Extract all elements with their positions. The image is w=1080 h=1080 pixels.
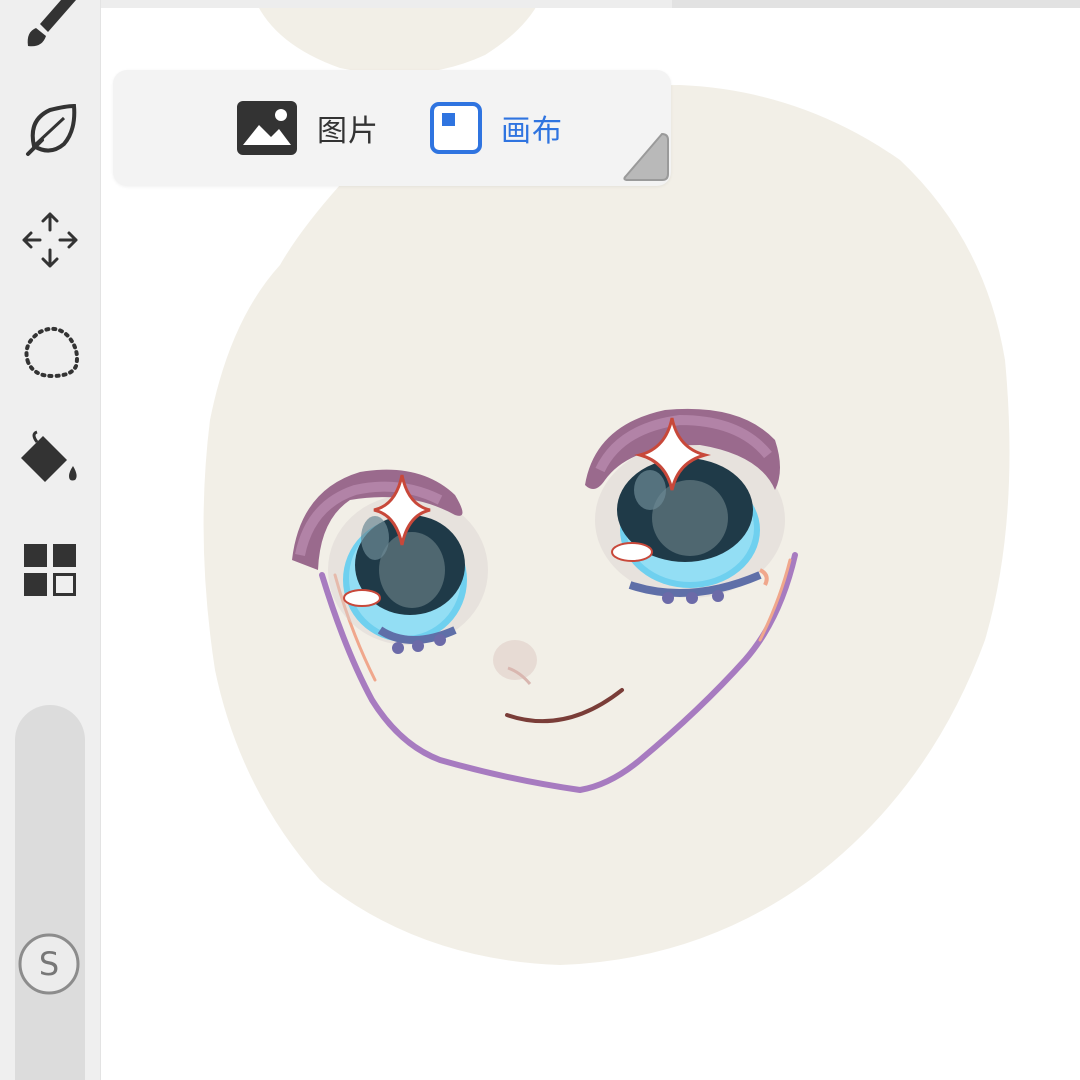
s-circle-icon: S <box>18 933 80 995</box>
image-option-label: 图片 <box>317 114 379 149</box>
move-transform-icon <box>22 212 78 268</box>
canvas-icon <box>430 102 482 154</box>
size-button[interactable]: S <box>18 933 80 995</box>
image-option[interactable]: 图片 <box>235 70 379 186</box>
lasso-select-icon <box>24 326 79 379</box>
nose <box>493 640 537 680</box>
leaf-smudge-icon <box>26 103 77 156</box>
image-icon <box>237 101 297 155</box>
gallery-grid-icon <box>24 544 76 596</box>
brush-icon <box>27 0 76 47</box>
canvas-ruler <box>672 0 1080 8</box>
fill-tool[interactable] <box>0 420 100 500</box>
head-top-shape <box>255 0 540 75</box>
smudge-tool[interactable] <box>0 90 100 170</box>
transform-tool[interactable] <box>0 200 100 280</box>
canvas-option[interactable]: 画布 <box>429 70 563 186</box>
gallery-tool[interactable] <box>0 530 100 610</box>
triangle-handle-icon <box>623 132 669 181</box>
drawing-app: S 图片 画布 <box>0 0 1080 1080</box>
popup-corner-handle[interactable] <box>618 130 670 182</box>
brush-tool[interactable] <box>0 0 100 62</box>
tool-sidebar: S <box>0 0 101 1080</box>
brush-size-slider[interactable] <box>15 705 85 1080</box>
canvas-option-label: 画布 <box>501 114 563 149</box>
selection-tool[interactable] <box>0 310 100 390</box>
insert-popup: 图片 画布 <box>113 70 671 186</box>
size-button-label: S <box>39 945 59 983</box>
paint-bucket-icon <box>21 430 77 482</box>
canvas-top-edge <box>100 0 672 8</box>
